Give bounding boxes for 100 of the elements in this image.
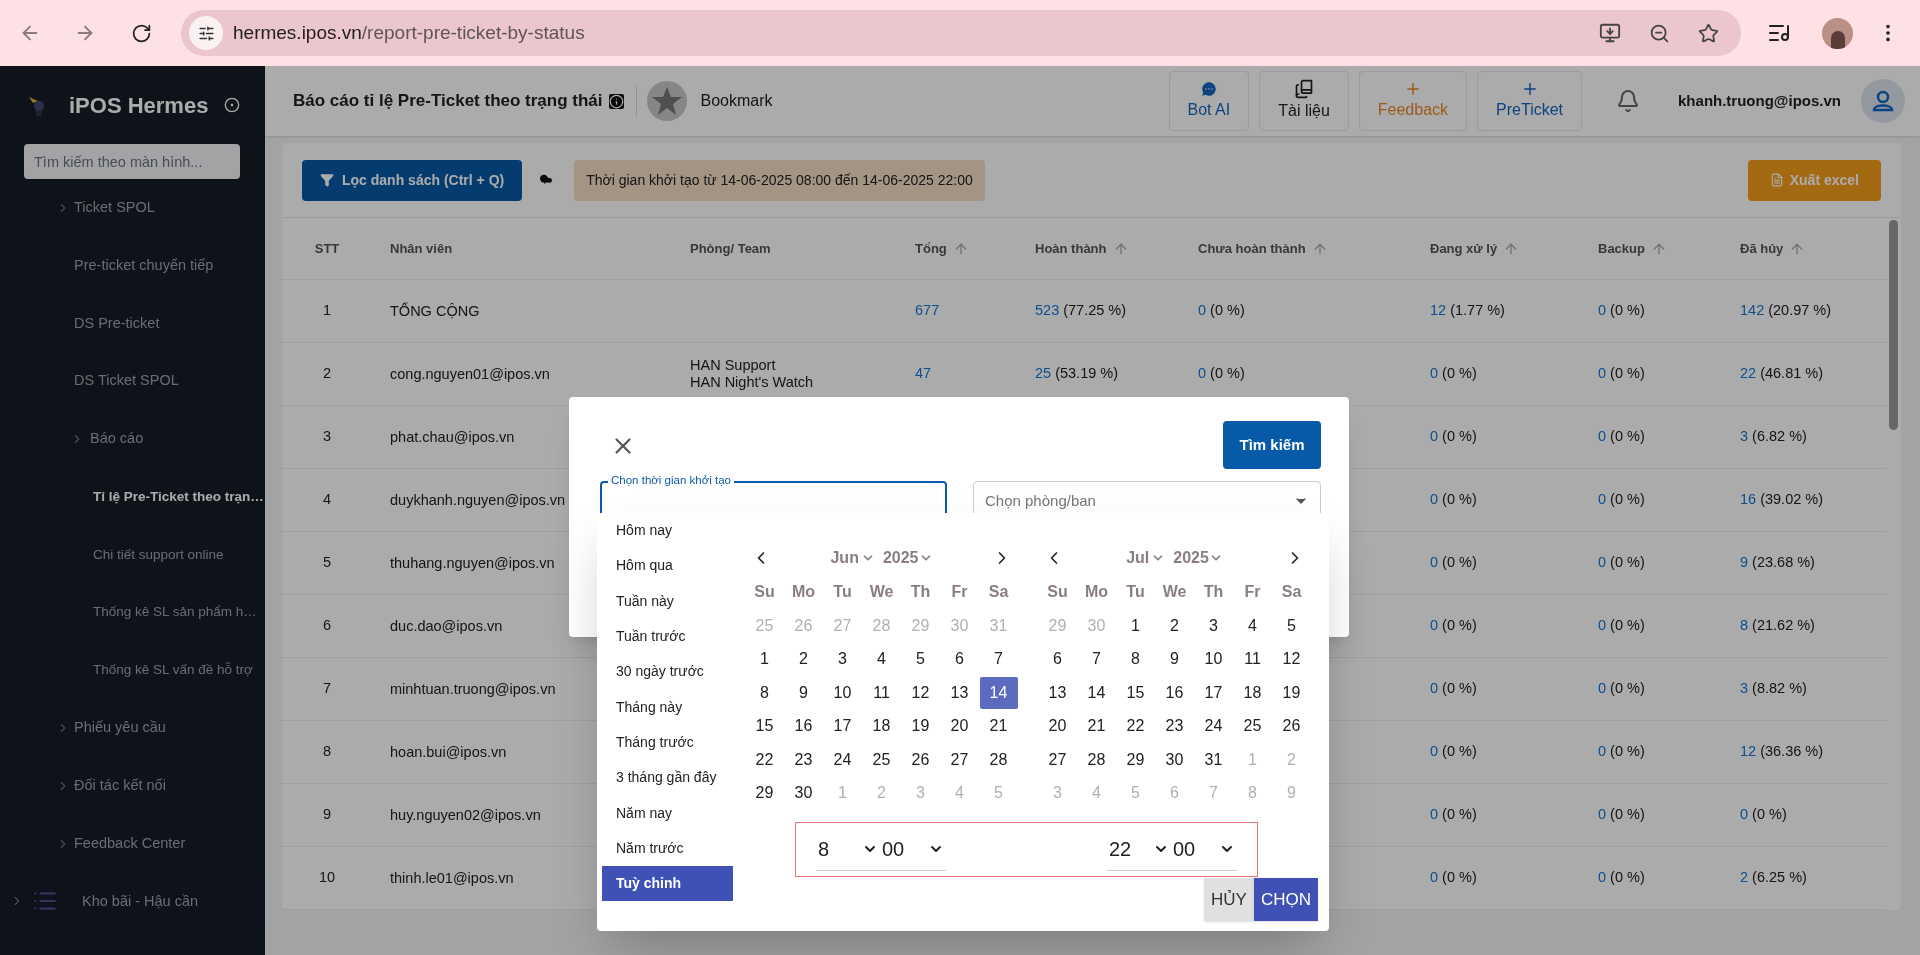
- count-link[interactable]: 0: [1430, 741, 1439, 763]
- count-link[interactable]: 0: [1430, 867, 1439, 889]
- calendar-day[interactable]: 25: [862, 743, 901, 776]
- filter-button[interactable]: Lọc danh sách (Ctrl + Q): [302, 159, 523, 201]
- count-link[interactable]: 0: [1430, 615, 1439, 637]
- calendar-day[interactable]: 7: [979, 643, 1018, 676]
- sidebar-item[interactable]: Kho bãi - Hậu cần: [82, 890, 199, 913]
- calendar-day[interactable]: 4: [862, 643, 901, 676]
- calendar-day[interactable]: 17: [823, 710, 862, 743]
- count-link[interactable]: 0: [1430, 363, 1439, 385]
- column-header[interactable]: Đang xử lý: [1430, 238, 1520, 259]
- count-link[interactable]: 0: [1598, 615, 1607, 637]
- calendar-day[interactable]: 19: [901, 710, 940, 743]
- date-preset[interactable]: Năm nay: [602, 795, 733, 831]
- profile-avatar-icon[interactable]: [1822, 17, 1853, 49]
- year-select[interactable]: 2025: [1173, 546, 1223, 570]
- calendar-day[interactable]: 5: [1272, 609, 1311, 642]
- sidebar-item[interactable]: Chi tiết support online: [93, 544, 224, 565]
- date-preset[interactable]: Năm trước: [602, 830, 733, 866]
- user-avatar-icon[interactable]: [1861, 79, 1905, 123]
- calendar-day[interactable]: 3: [1194, 609, 1233, 642]
- calendar-day[interactable]: 29: [1116, 743, 1155, 776]
- count-link[interactable]: 16: [1740, 489, 1757, 511]
- user-email[interactable]: khanh.truong@ipos.vn: [1678, 89, 1841, 113]
- month-select[interactable]: Jul: [1126, 546, 1166, 570]
- calendar-day[interactable]: 9: [1155, 643, 1194, 676]
- date-preset[interactable]: Tuỳ chỉnh: [602, 865, 733, 902]
- sidebar-item[interactable]: DS Pre-ticket: [74, 312, 160, 335]
- calendar-day[interactable]: 4: [1233, 609, 1272, 642]
- site-settings-icon[interactable]: [197, 24, 215, 42]
- search-field[interactable]: Tìm kiếm theo màn hình...: [24, 144, 240, 179]
- calendar-day[interactable]: 10: [1194, 643, 1233, 676]
- cancel-button[interactable]: HỦY: [1204, 878, 1254, 921]
- sidebar-item[interactable]: Đối tác kết nối: [74, 775, 166, 797]
- calendar-day[interactable]: 17: [1194, 676, 1233, 709]
- apply-button[interactable]: CHỌN: [1253, 878, 1318, 921]
- minute-select[interactable]: 00: [882, 834, 944, 864]
- date-preset[interactable]: 30 ngày trước: [602, 654, 733, 690]
- notification-icon[interactable]: [1616, 89, 1641, 113]
- column-header[interactable]: Chưa hoàn thành: [1198, 238, 1328, 259]
- calendar-day[interactable]: 12: [1272, 643, 1311, 676]
- address-bar[interactable]: hermes.ipos.vn/report-pre-ticket-by-status: [181, 10, 1741, 56]
- count-link[interactable]: 0: [1598, 741, 1607, 763]
- count-link[interactable]: 0: [1598, 300, 1607, 322]
- calendar-day[interactable]: 7: [1077, 643, 1116, 676]
- calendar-day[interactable]: 29: [745, 777, 784, 810]
- reload-icon[interactable]: [131, 22, 152, 44]
- calendar-day[interactable]: 26: [901, 743, 940, 776]
- bookmark-star-icon[interactable]: [1698, 22, 1719, 44]
- calendar-day[interactable]: 2: [1155, 609, 1194, 642]
- calendar-day[interactable]: 23: [784, 743, 823, 776]
- install-icon[interactable]: [1599, 22, 1621, 44]
- calendar-day[interactable]: 19: [1272, 676, 1311, 709]
- count-link[interactable]: 677: [915, 300, 940, 322]
- search-button[interactable]: Tìm kiếm: [1223, 421, 1321, 469]
- count-link[interactable]: 12: [1430, 300, 1447, 322]
- column-header[interactable]: Backup: [1598, 238, 1667, 259]
- hour-select[interactable]: 22: [1107, 834, 1169, 864]
- count-link[interactable]: 0: [1740, 804, 1749, 826]
- count-link[interactable]: 0: [1430, 552, 1439, 574]
- sidebar-item[interactable]: Feedback Center: [74, 832, 186, 855]
- count-link[interactable]: 0: [1430, 489, 1439, 511]
- calendar-day[interactable]: 30: [784, 777, 823, 810]
- date-preset[interactable]: Hôm qua: [602, 548, 733, 584]
- count-link[interactable]: 12: [1740, 741, 1757, 763]
- date-preset[interactable]: Tuần này: [602, 583, 733, 619]
- calendar-day[interactable]: 28: [979, 743, 1018, 776]
- date-preset[interactable]: Tháng trước: [602, 724, 733, 761]
- calendar-day[interactable]: 1: [745, 643, 784, 676]
- calendar-day[interactable]: 23: [1155, 710, 1194, 743]
- count-link[interactable]: 2: [1740, 867, 1749, 889]
- count-link[interactable]: 0: [1430, 678, 1439, 700]
- calendar-day[interactable]: 27: [1038, 743, 1077, 776]
- count-link[interactable]: 0: [1598, 804, 1607, 826]
- date-preset[interactable]: 3 tháng gần đây: [602, 760, 733, 796]
- count-link[interactable]: 142: [1740, 300, 1765, 322]
- calendar-day[interactable]: 21: [1077, 710, 1116, 743]
- calendar-day[interactable]: 1: [1116, 609, 1155, 642]
- calendar-day[interactable]: 6: [940, 643, 979, 676]
- count-link[interactable]: 0: [1198, 300, 1207, 322]
- calendar-day[interactable]: 6: [1038, 643, 1077, 676]
- count-link[interactable]: 523: [1035, 300, 1060, 322]
- calendar-day[interactable]: 25: [1233, 710, 1272, 743]
- calendar-day[interactable]: 9: [784, 676, 823, 709]
- count-link[interactable]: 47: [915, 363, 932, 385]
- zoom-out-icon[interactable]: [1649, 22, 1670, 44]
- calendar-day[interactable]: 24: [823, 743, 862, 776]
- calendar-day[interactable]: 14: [1077, 676, 1116, 709]
- calendar-day[interactable]: 16: [1155, 676, 1194, 709]
- count-link[interactable]: 25: [1035, 363, 1052, 385]
- calendar-day[interactable]: 10: [823, 676, 862, 709]
- year-select[interactable]: 2025: [882, 546, 933, 570]
- calendar-day[interactable]: 15: [1116, 676, 1155, 709]
- calendar-day[interactable]: 26: [1272, 710, 1311, 743]
- calendar-day[interactable]: 14: [979, 676, 1018, 709]
- column-header[interactable]: Hoàn thành: [1035, 238, 1129, 259]
- count-link[interactable]: 0: [1430, 804, 1439, 826]
- month-select[interactable]: Jun: [830, 546, 875, 570]
- calendar-day[interactable]: 11: [1233, 643, 1272, 676]
- calendar-day[interactable]: 18: [862, 710, 901, 743]
